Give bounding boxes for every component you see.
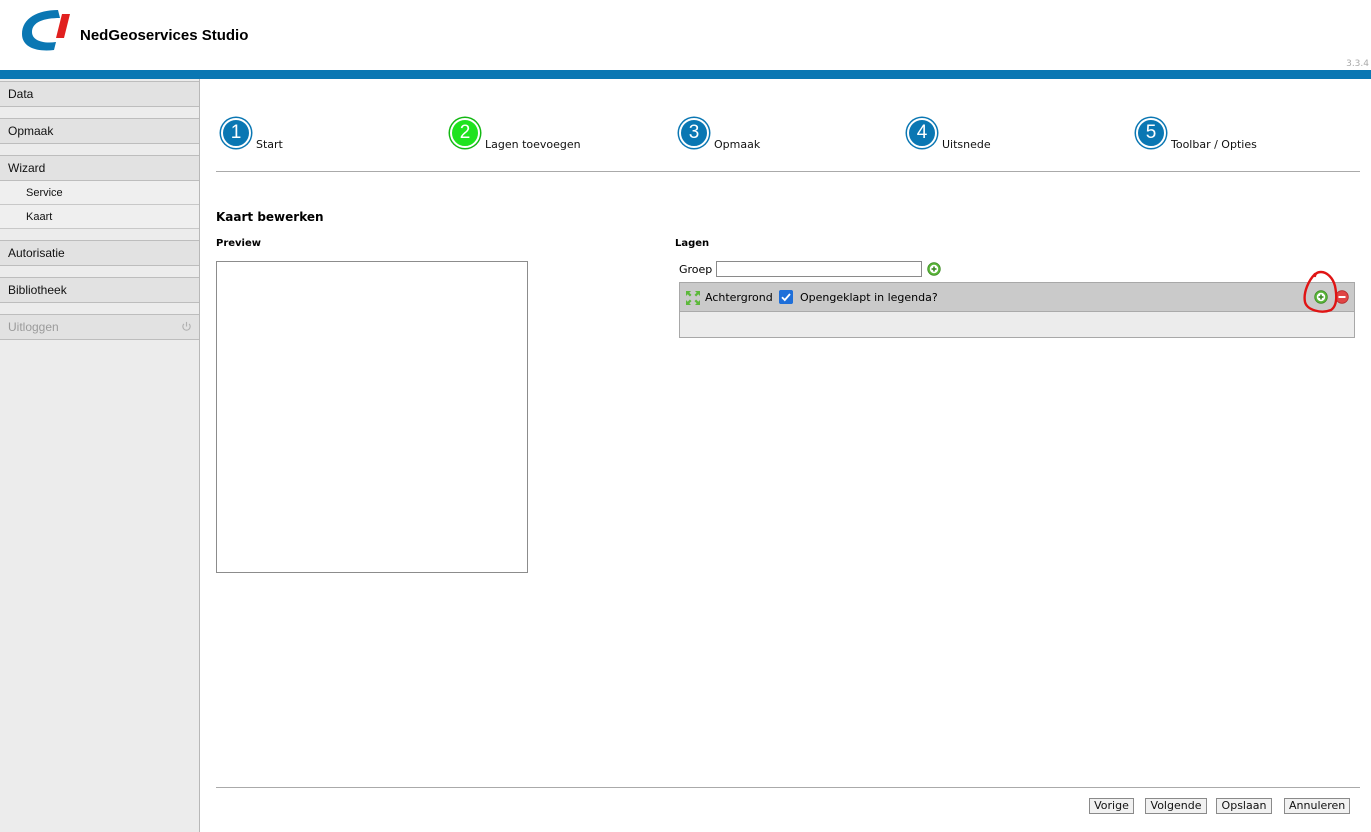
- step-label: Uitsnede: [942, 138, 991, 151]
- sidebar-item-uitloggen[interactable]: Uitloggen: [0, 314, 199, 340]
- sidebar-group-bibliotheek: Bibliotheek: [0, 277, 199, 303]
- sidebar-item-data[interactable]: Data: [0, 81, 199, 107]
- sidebar-group-data: Data: [0, 81, 199, 107]
- move-icon[interactable]: [685, 290, 701, 306]
- step-number: 3: [679, 118, 709, 148]
- groep-label: Groep: [679, 263, 713, 276]
- sidebar: Data Opmaak Wizard Service Kaart Autoris…: [0, 79, 200, 832]
- step-label: Lagen toevoegen: [485, 138, 581, 151]
- step-label: Opmaak: [714, 138, 761, 151]
- lagen-label: Lagen: [675, 238, 710, 249]
- sidebar-item-label: Uitloggen: [8, 320, 59, 334]
- header-bar: [0, 70, 1371, 79]
- page-title: Kaart bewerken: [216, 210, 324, 224]
- sidebar-item-opmaak[interactable]: Opmaak: [0, 118, 199, 144]
- step-number: 5: [1136, 118, 1166, 148]
- add-group-icon[interactable]: [927, 262, 941, 276]
- save-button[interactable]: Opslaan: [1216, 798, 1272, 814]
- wizard-steps: 1 Start 2 Lagen toevoegen 3 Opmaak 4 Uit…: [216, 118, 1360, 172]
- sidebar-group-wizard: Wizard Service Kaart: [0, 155, 199, 229]
- sidebar-subitem-service[interactable]: Service: [0, 181, 199, 205]
- expanded-in-legend-checkbox[interactable]: [779, 290, 793, 304]
- step-number: 2: [450, 118, 480, 148]
- preview-label: Preview: [216, 238, 262, 249]
- expanded-in-legend-label: Opengeklapt in legenda?: [800, 291, 938, 304]
- add-layer-icon[interactable]: [1314, 290, 1328, 304]
- next-button[interactable]: Volgende: [1145, 798, 1207, 814]
- sidebar-subitem-kaart[interactable]: Kaart: [0, 205, 199, 229]
- previous-button[interactable]: Vorige: [1089, 798, 1134, 814]
- sidebar-item-wizard[interactable]: Wizard: [0, 155, 199, 181]
- step-number: 4: [907, 118, 937, 148]
- footer-divider: [216, 787, 1360, 788]
- sidebar-group-autorisatie: Autorisatie: [0, 240, 199, 266]
- sidebar-item-autorisatie[interactable]: Autorisatie: [0, 240, 199, 266]
- step-label: Start: [256, 138, 283, 151]
- remove-group-icon[interactable]: [1335, 290, 1349, 304]
- logo-icon: [22, 10, 70, 51]
- layer-group-name: Achtergrond: [705, 291, 773, 304]
- sidebar-item-bibliotheek[interactable]: Bibliotheek: [0, 277, 199, 303]
- groep-input[interactable]: [716, 261, 922, 277]
- app-header: NedGeoservices Studio 3.3.4: [0, 0, 1371, 70]
- app-title: NedGeoservices Studio: [80, 27, 249, 44]
- step-number: 1: [221, 118, 251, 148]
- cancel-button[interactable]: Annuleren: [1284, 798, 1350, 814]
- step-label: Toolbar / Opties: [1171, 138, 1257, 151]
- map-preview[interactable]: [216, 261, 528, 573]
- layer-group-panel: Achtergrond Opengeklapt in legenda?: [679, 282, 1355, 338]
- sidebar-group-opmaak: Opmaak: [0, 118, 199, 144]
- layer-group-row: Achtergrond Opengeklapt in legenda?: [680, 283, 1354, 312]
- power-icon: [182, 321, 191, 331]
- sidebar-group-uitloggen: Uitloggen: [0, 314, 199, 340]
- app-version: 3.3.4: [1346, 59, 1369, 69]
